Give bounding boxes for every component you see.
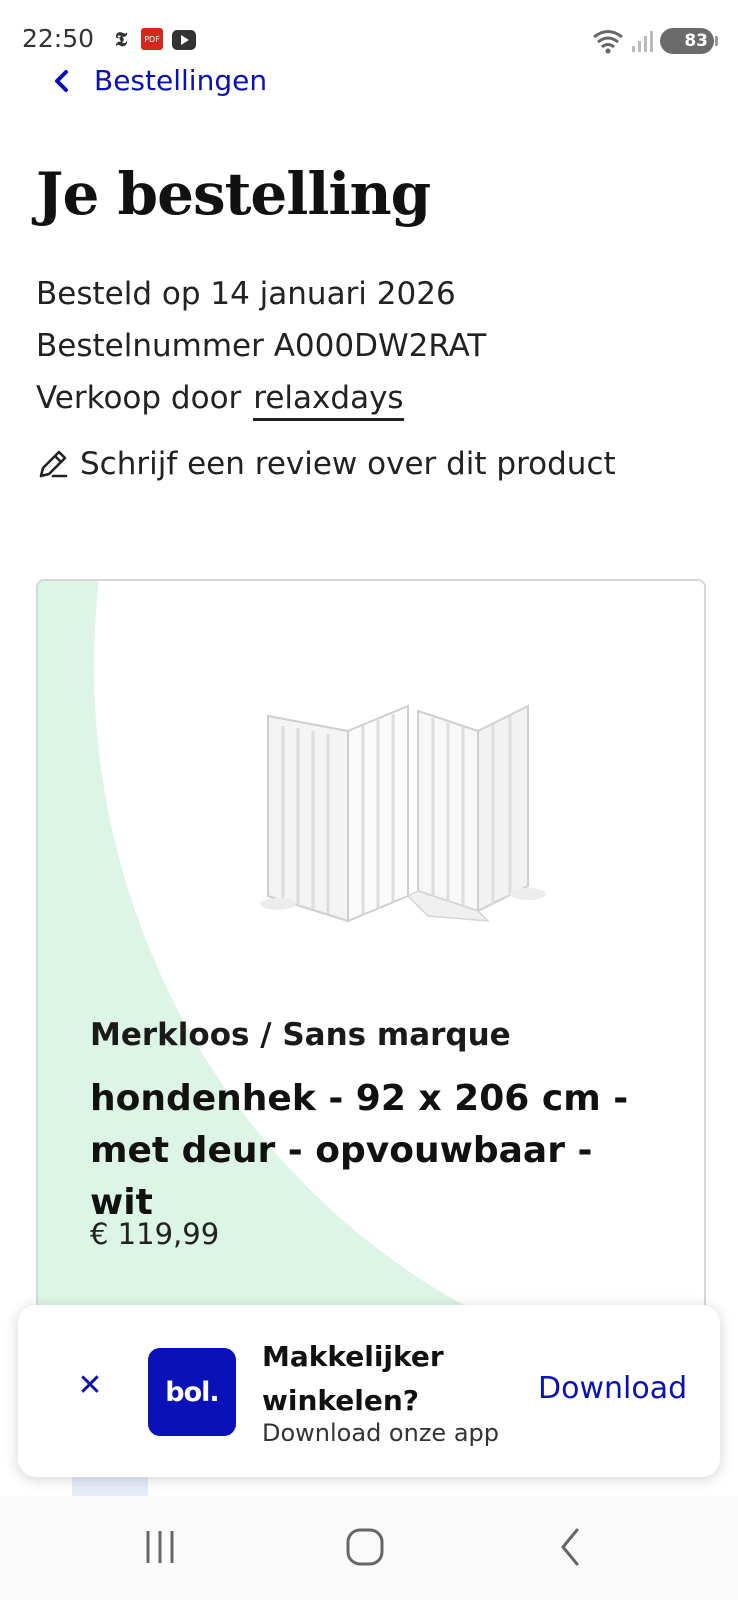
- order-meta: Besteld op 14 januari 2026 Bestelnummer …: [36, 268, 486, 424]
- wifi-icon: [593, 30, 623, 54]
- telegraaf-icon: 𝕿: [114, 27, 128, 51]
- product-name[interactable]: hondenhek - 92 x 206 cm - met deur - opv…: [90, 1073, 650, 1229]
- write-review-link[interactable]: Schrijf een review over dit product: [36, 446, 616, 482]
- youtube-icon: [172, 30, 196, 50]
- app-download-banner: ✕ bol. Makkelijker winkelen? Download on…: [18, 1305, 720, 1477]
- status-time: 22:50: [22, 24, 95, 53]
- banner-subtitle: Download onze app: [262, 1419, 499, 1447]
- close-icon[interactable]: ✕: [70, 1365, 110, 1405]
- product-card[interactable]: Merkloos / Sans marque hondenhek - 92 x …: [36, 579, 706, 1343]
- signal-icon: [632, 30, 653, 52]
- banner-title: Makkelijker winkelen?: [262, 1340, 444, 1417]
- chevron-left-icon: [55, 69, 68, 92]
- pencil-icon: [39, 450, 68, 478]
- back-label: Bestellingen: [94, 64, 268, 97]
- review-label: Schrijf een review over dit product: [80, 446, 616, 482]
- order-date: Besteld op 14 januari 2026: [36, 276, 456, 312]
- bol-logo: bol.: [148, 1348, 236, 1436]
- back-to-orders-link[interactable]: Bestellingen: [48, 64, 267, 97]
- seller-link[interactable]: relaxdays: [253, 380, 404, 421]
- product-price: € 119,99: [90, 1217, 220, 1251]
- recent-apps-icon[interactable]: [130, 1522, 190, 1572]
- pdf-icon: PDF: [141, 28, 163, 50]
- seller-row: Verkoop door relaxdays: [36, 372, 486, 424]
- sold-by-label: Verkoop door: [36, 380, 242, 416]
- battery-icon: 83: [660, 28, 718, 54]
- battery-level: 83: [684, 31, 708, 51]
- download-button[interactable]: Download: [538, 1371, 687, 1406]
- product-image: [260, 704, 546, 923]
- product-brand: Merkloos / Sans marque: [90, 1017, 511, 1053]
- order-number: Bestelnummer A000DW2RAT: [36, 328, 487, 364]
- page-title: Je bestelling: [36, 160, 431, 228]
- back-icon[interactable]: [540, 1522, 600, 1572]
- system-navigation-bar: [0, 1496, 738, 1600]
- home-icon[interactable]: [335, 1522, 395, 1572]
